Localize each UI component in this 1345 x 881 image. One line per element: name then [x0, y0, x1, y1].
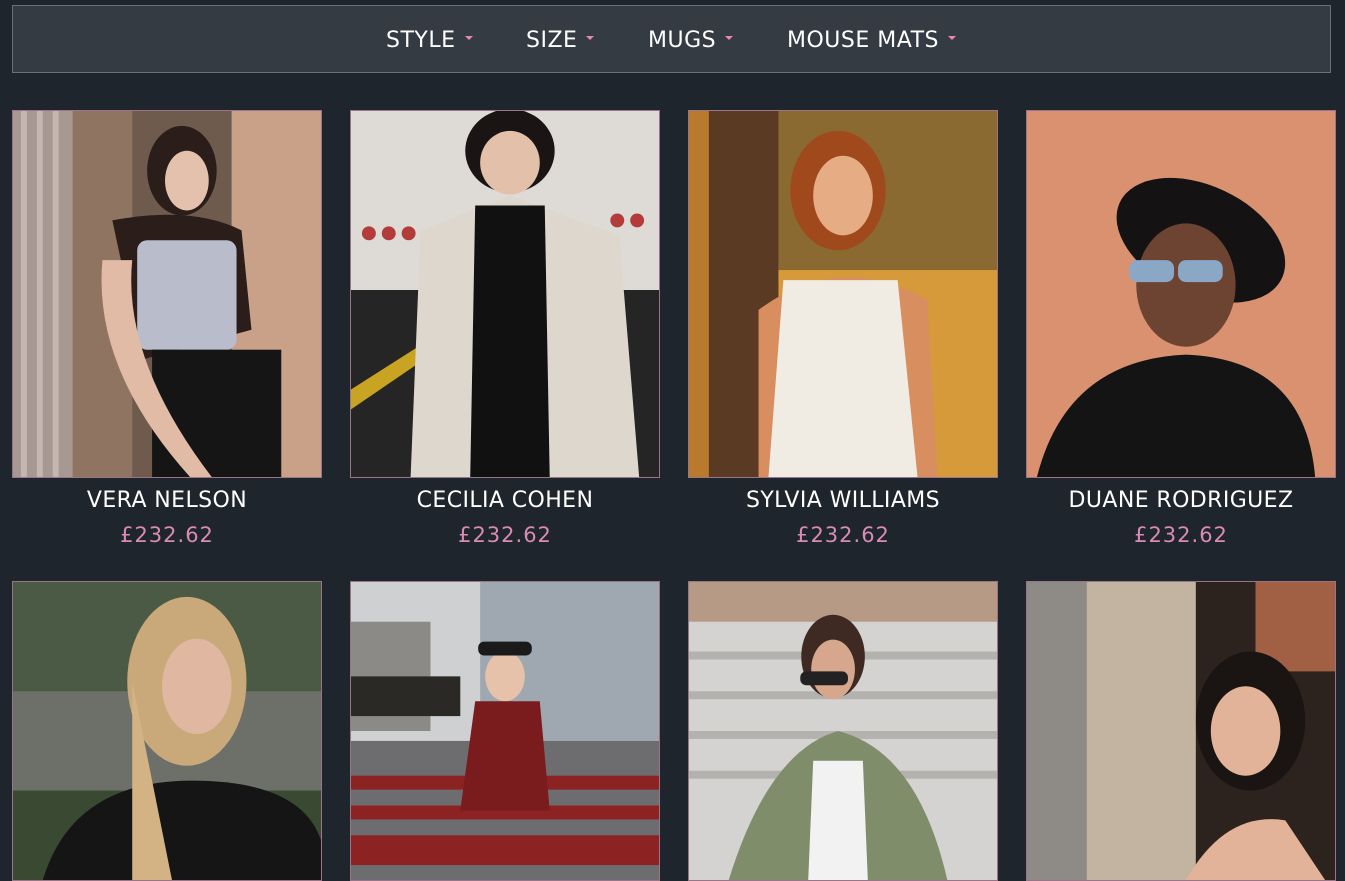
- product-photo[interactable]: [12, 110, 322, 478]
- chevron-down-icon: [725, 36, 734, 40]
- product-photo[interactable]: [1026, 581, 1336, 881]
- nav-mugs-dropdown[interactable]: MUGS: [648, 6, 734, 74]
- product-name[interactable]: DUANE RODRIGUEZ: [1026, 488, 1336, 513]
- product-price: £232.62: [458, 523, 552, 547]
- product-name[interactable]: SYLVIA WILLIAMS: [688, 488, 998, 513]
- nav-style-label: STYLE: [386, 27, 456, 53]
- product-price: £232.62: [120, 523, 214, 547]
- product-photo[interactable]: [12, 581, 322, 881]
- product-photo[interactable]: [1026, 110, 1336, 478]
- category-nav: STYLE SIZE MUGS MOUSE MATS: [12, 5, 1331, 73]
- product-photo[interactable]: [688, 581, 998, 881]
- chevron-down-icon: [586, 36, 595, 40]
- product-photo[interactable]: [350, 581, 660, 881]
- chevron-down-icon: [464, 36, 473, 40]
- nav-mouse-mats-label: MOUSE MATS: [787, 27, 939, 53]
- nav-mugs-label: MUGS: [648, 27, 717, 53]
- product-price: £232.62: [796, 523, 890, 547]
- nav-size-label: SIZE: [526, 27, 578, 53]
- product-price: £232.62: [1134, 523, 1228, 547]
- nav-style-dropdown[interactable]: STYLE: [386, 6, 473, 74]
- product-photo[interactable]: [688, 110, 998, 478]
- product-name[interactable]: VERA NELSON: [12, 488, 322, 513]
- nav-size-dropdown[interactable]: SIZE: [526, 6, 595, 74]
- chevron-down-icon: [948, 36, 956, 40]
- product-photo[interactable]: [350, 110, 660, 478]
- nav-mouse-mats-dropdown[interactable]: MOUSE MATS: [787, 6, 956, 74]
- product-name[interactable]: CECILIA COHEN: [350, 488, 660, 513]
